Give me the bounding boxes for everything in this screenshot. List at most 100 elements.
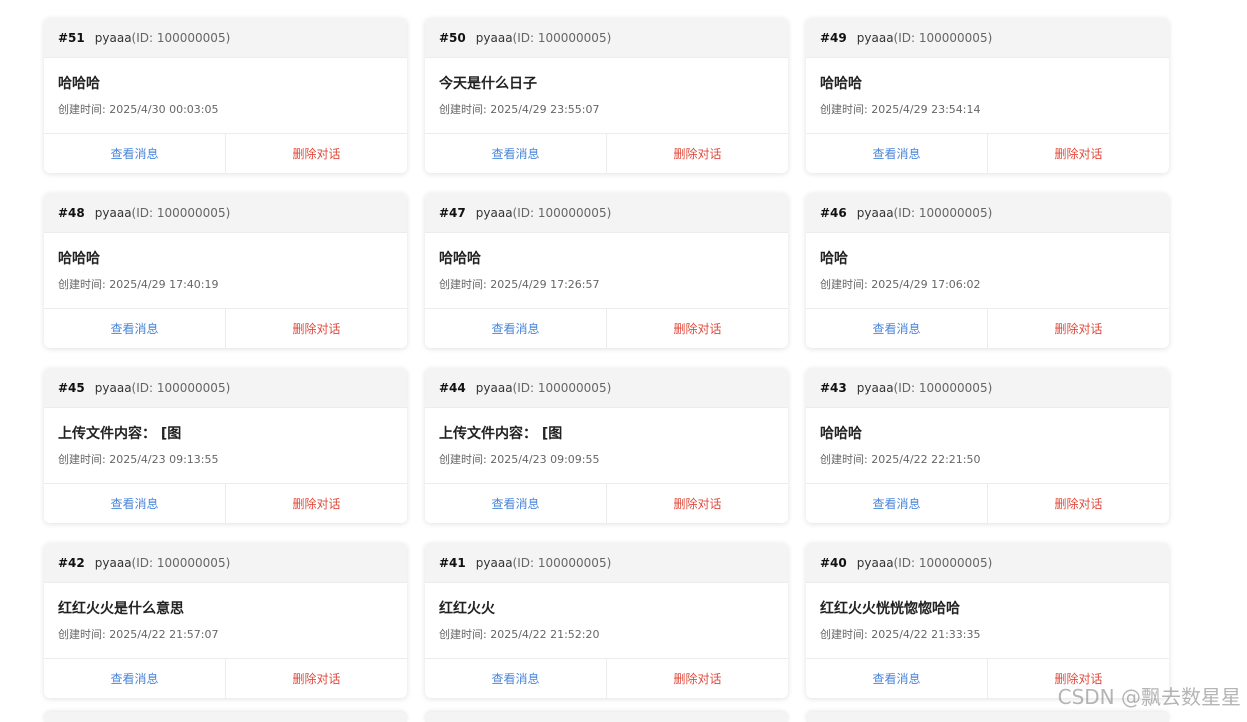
user-name: pyaaa	[476, 381, 513, 395]
created-value: 2025/4/30 00:03:05	[109, 103, 218, 116]
user-name: pyaaa	[95, 381, 132, 395]
delete-conversation-button[interactable]: 删除对话	[607, 309, 788, 348]
user-name: pyaaa	[95, 556, 132, 570]
user-id: (ID: 100000005)	[894, 381, 993, 395]
delete-conversation-button[interactable]: 删除对话	[226, 309, 407, 348]
delete-conversation-button[interactable]: 删除对话	[988, 484, 1169, 523]
card-actions: 查看消息 删除对话	[44, 659, 407, 698]
card-header: #51 pyaaa (ID: 100000005)	[44, 18, 407, 58]
created-label: 创建时间:	[58, 103, 109, 116]
card-body: 红红火火 创建时间: 2025/4/22 21:52:20	[425, 583, 788, 659]
delete-conversation-button[interactable]: 删除对话	[226, 484, 407, 523]
view-messages-button[interactable]: 查看消息	[425, 309, 607, 348]
card-actions: 查看消息 删除对话	[44, 309, 407, 348]
created-time: 创建时间: 2025/4/29 23:54:14	[820, 103, 1169, 117]
user-id: (ID: 100000005)	[513, 31, 612, 45]
card-body: 哈哈哈 创建时间: 2025/4/29 17:26:57	[425, 233, 788, 309]
card-actions: 查看消息 删除对话	[806, 484, 1169, 523]
delete-conversation-button[interactable]: 删除对话	[607, 134, 788, 173]
created-label: 创建时间:	[58, 628, 109, 641]
card-actions: 查看消息 删除对话	[806, 134, 1169, 173]
user-name: pyaaa	[857, 206, 894, 220]
view-messages-button[interactable]: 查看消息	[806, 309, 988, 348]
user-name: pyaaa	[857, 556, 894, 570]
created-time: 创建时间: 2025/4/29 17:26:57	[439, 278, 788, 292]
conversation-card: #49 pyaaa (ID: 100000005) 哈哈哈 创建时间: 2025…	[806, 18, 1169, 173]
view-messages-button[interactable]: 查看消息	[806, 484, 988, 523]
card-body: 哈哈 创建时间: 2025/4/29 17:06:02	[806, 233, 1169, 309]
created-value: 2025/4/22 21:52:20	[490, 628, 599, 641]
user-id: (ID: 100000005)	[132, 31, 231, 45]
conversation-card: #40 pyaaa (ID: 100000005) 红红火火恍恍惚惚哈哈 创建时…	[806, 543, 1169, 698]
delete-conversation-button[interactable]: 删除对话	[988, 309, 1169, 348]
conversation-card: #42 pyaaa (ID: 100000005) 红红火火是什么意思 创建时间…	[44, 543, 407, 698]
user-name: pyaaa	[95, 31, 132, 45]
conversation-card: #47 pyaaa (ID: 100000005) 哈哈哈 创建时间: 2025…	[425, 193, 788, 348]
conversation-title: 今天是什么日子	[439, 75, 788, 93]
created-time: 创建时间: 2025/4/29 23:55:07	[439, 103, 788, 117]
view-messages-button[interactable]: 查看消息	[806, 134, 988, 173]
created-label: 创建时间:	[58, 278, 109, 291]
created-label: 创建时间:	[820, 278, 871, 291]
card-actions: 查看消息 删除对话	[425, 484, 788, 523]
card-body: 哈哈哈 创建时间: 2025/4/29 23:54:14	[806, 58, 1169, 134]
conversation-title: 哈哈哈	[58, 75, 407, 93]
card-header: #40 pyaaa (ID: 100000005)	[806, 543, 1169, 583]
view-messages-button[interactable]: 查看消息	[806, 659, 988, 698]
card-header: #47 pyaaa (ID: 100000005)	[425, 193, 788, 233]
conversation-title: 哈哈哈	[439, 250, 788, 268]
conversation-card: #41 pyaaa (ID: 100000005) 红红火火 创建时间: 202…	[425, 543, 788, 698]
card-actions: 查看消息 删除对话	[44, 134, 407, 173]
view-messages-button[interactable]: 查看消息	[44, 484, 226, 523]
user-id: (ID: 100000005)	[513, 556, 612, 570]
card-body: 今天是什么日子 创建时间: 2025/4/29 23:55:07	[425, 58, 788, 134]
card-header: #43 pyaaa (ID: 100000005)	[806, 368, 1169, 408]
card-body: 上传文件内容： [图 创建时间: 2025/4/23 09:13:55	[44, 408, 407, 484]
user-name: pyaaa	[476, 556, 513, 570]
next-row-peek	[44, 712, 1170, 722]
user-name: pyaaa	[857, 31, 894, 45]
created-value: 2025/4/23 09:13:55	[109, 453, 218, 466]
delete-conversation-button[interactable]: 删除对话	[607, 484, 788, 523]
card-header: #48 pyaaa (ID: 100000005)	[44, 193, 407, 233]
view-messages-button[interactable]: 查看消息	[44, 659, 226, 698]
card-actions: 查看消息 删除对话	[44, 484, 407, 523]
conversation-title: 红红火火	[439, 600, 788, 618]
user-id: (ID: 100000005)	[513, 381, 612, 395]
conversation-card: #46 pyaaa (ID: 100000005) 哈哈 创建时间: 2025/…	[806, 193, 1169, 348]
conversation-title: 哈哈	[820, 250, 1169, 268]
conversation-title: 上传文件内容： [图	[439, 425, 788, 443]
conversation-card-partial	[44, 712, 407, 722]
view-messages-button[interactable]: 查看消息	[425, 659, 607, 698]
created-value: 2025/4/22 21:57:07	[109, 628, 218, 641]
created-label: 创建时间:	[820, 103, 871, 116]
view-messages-button[interactable]: 查看消息	[44, 134, 226, 173]
delete-conversation-button[interactable]: 删除对话	[607, 659, 788, 698]
conversation-number: #49	[820, 31, 847, 45]
conversation-title: 红红火火是什么意思	[58, 600, 407, 618]
view-messages-button[interactable]: 查看消息	[425, 484, 607, 523]
conversation-number: #41	[439, 556, 466, 570]
created-label: 创建时间:	[58, 453, 109, 466]
user-name: pyaaa	[476, 31, 513, 45]
view-messages-button[interactable]: 查看消息	[44, 309, 226, 348]
created-time: 创建时间: 2025/4/22 21:57:07	[58, 628, 407, 642]
card-header: #49 pyaaa (ID: 100000005)	[806, 18, 1169, 58]
created-time: 创建时间: 2025/4/23 09:13:55	[58, 453, 407, 467]
conversation-number: #46	[820, 206, 847, 220]
card-actions: 查看消息 删除对话	[425, 309, 788, 348]
created-time: 创建时间: 2025/4/22 22:21:50	[820, 453, 1169, 467]
conversation-card: #45 pyaaa (ID: 100000005) 上传文件内容： [图 创建时…	[44, 368, 407, 523]
view-messages-button[interactable]: 查看消息	[425, 134, 607, 173]
user-name: pyaaa	[857, 381, 894, 395]
user-id: (ID: 100000005)	[513, 206, 612, 220]
created-label: 创建时间:	[439, 628, 490, 641]
conversation-title: 哈哈哈	[820, 425, 1169, 443]
delete-conversation-button[interactable]: 删除对话	[988, 134, 1169, 173]
delete-conversation-button[interactable]: 删除对话	[226, 659, 407, 698]
conversation-number: #40	[820, 556, 847, 570]
card-body: 上传文件内容： [图 创建时间: 2025/4/23 09:09:55	[425, 408, 788, 484]
card-actions: 查看消息 删除对话	[425, 134, 788, 173]
card-body: 哈哈哈 创建时间: 2025/4/30 00:03:05	[44, 58, 407, 134]
delete-conversation-button[interactable]: 删除对话	[226, 134, 407, 173]
